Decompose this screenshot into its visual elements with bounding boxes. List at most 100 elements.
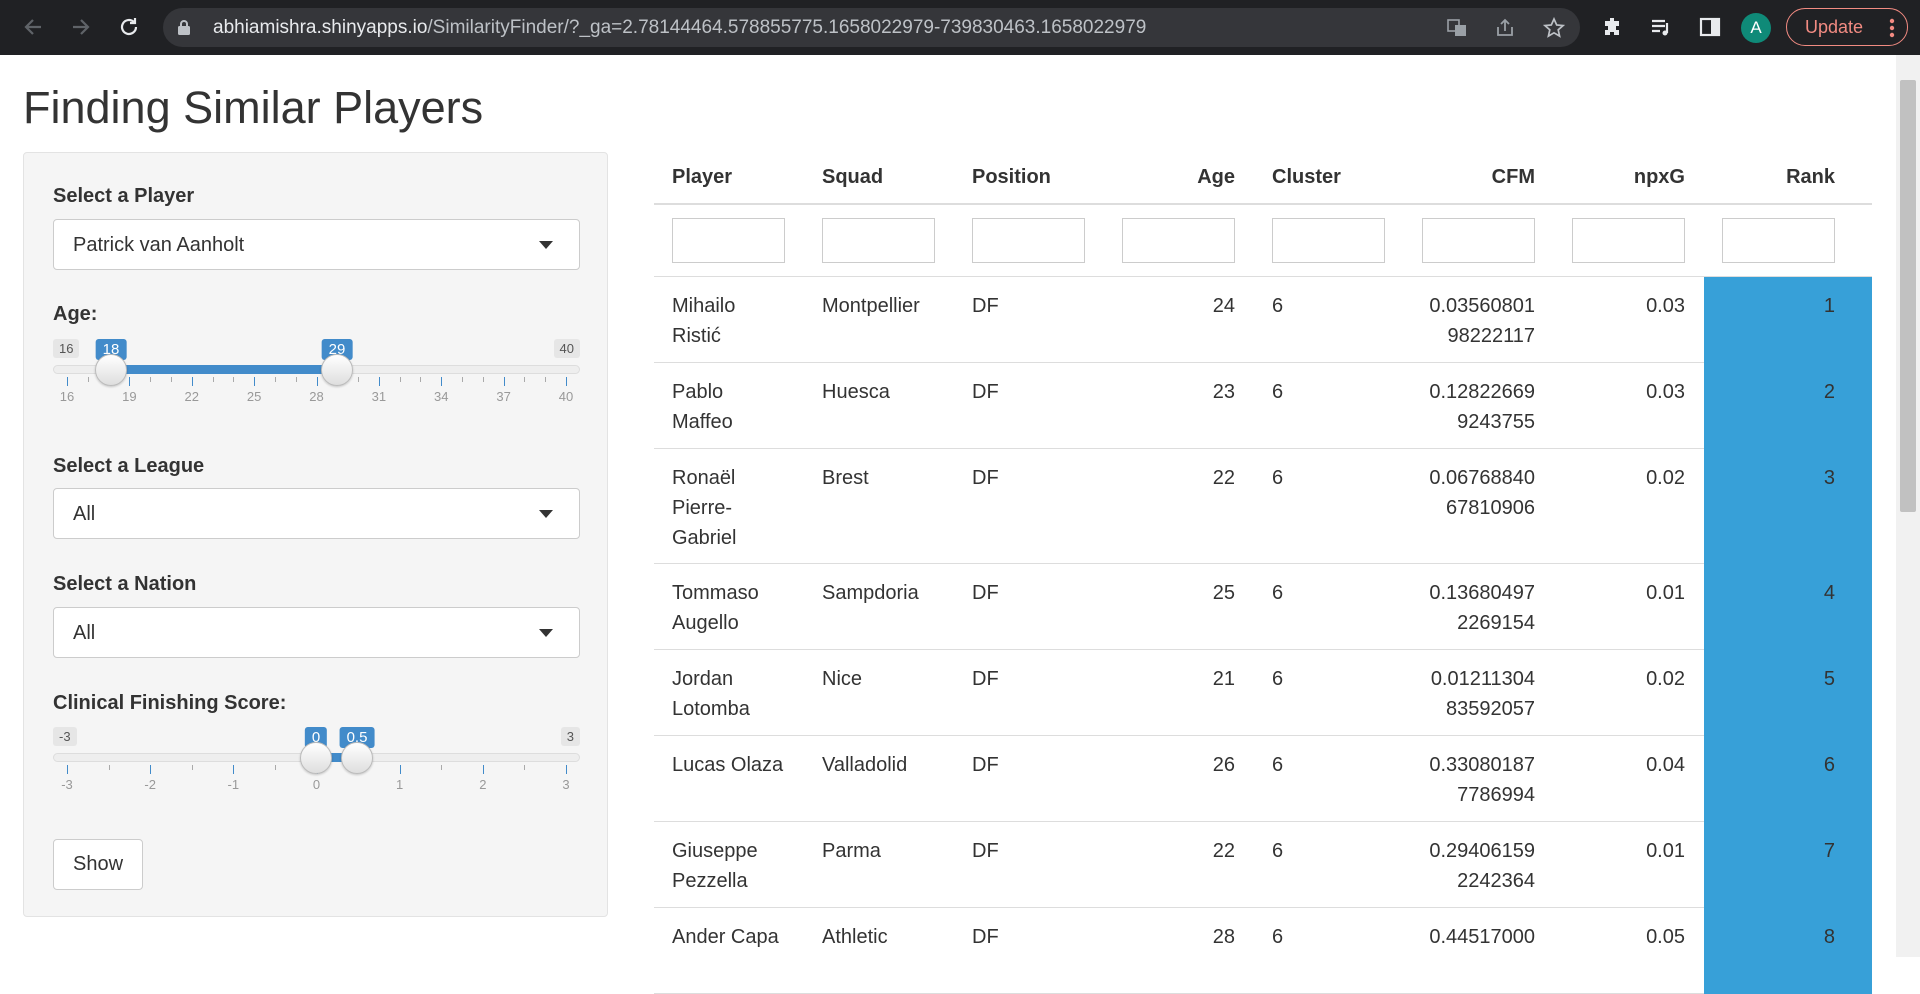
cfs-slider-min: -3 — [53, 727, 77, 746]
page-title: Finding Similar Players — [23, 82, 484, 133]
url-text[interactable]: abhiamishra.shinyapps.io/SimilarityFinde… — [213, 17, 1146, 39]
cell-player: Tommaso Augello — [672, 578, 759, 638]
cell-cluster: 6 — [1272, 840, 1284, 862]
column-header-npxg[interactable]: npxG — [1572, 166, 1685, 189]
table-row[interactable]: Giuseppe Pezzella Parma DF 22 6 0.29406159 2242… — [654, 822, 1872, 908]
update-button[interactable]: Update — [1786, 8, 1908, 46]
cell-line: 2269154 — [1457, 612, 1535, 634]
translate-icon[interactable] — [1445, 16, 1469, 40]
cell-position: DF — [972, 926, 999, 948]
cell-npxg: 0.02 — [1646, 467, 1685, 489]
cell-line: Lucas Olaza — [672, 754, 784, 776]
cell-rank: 6 — [1823, 754, 1835, 776]
cell-line: 0.33080187 — [1429, 754, 1535, 776]
side-panel-icon[interactable] — [1696, 13, 1724, 41]
table-row[interactable]: Tommaso Augello Sampdoria DF 25 6 0.13680497 22… — [654, 564, 1872, 650]
player-select[interactable]: Patrick van Aanholt — [53, 219, 580, 270]
forward-button[interactable] — [66, 12, 96, 42]
cell-line: Sampdoria — [822, 582, 919, 604]
cell-rank: 7 — [1823, 840, 1835, 862]
column-header-cluster[interactable]: Cluster — [1272, 166, 1341, 189]
share-icon[interactable] — [1493, 16, 1517, 40]
filter-input-npxg[interactable] — [1572, 218, 1685, 263]
bookmark-star-icon[interactable] — [1542, 16, 1566, 40]
slider-minor-tick — [462, 377, 464, 382]
show-button[interactable]: Show — [53, 839, 143, 890]
reload-button[interactable] — [114, 12, 144, 42]
scrollbar-thumb[interactable] — [1900, 80, 1916, 512]
table-row[interactable]: Ronaël Pierre- Gabriel Brest DF 22 6 0.06768840… — [654, 449, 1872, 564]
filter-input-cfm[interactable] — [1422, 218, 1535, 263]
filter-input-squad[interactable] — [822, 218, 935, 263]
column-header-squad[interactable]: Squad — [822, 166, 883, 189]
filter-input-position[interactable] — [972, 218, 1085, 263]
cell-cluster: 6 — [1272, 754, 1284, 776]
cell-rank: 1 — [1823, 295, 1835, 317]
filter-input-age[interactable] — [1122, 218, 1235, 263]
table-row[interactable]: Mihailo Ristić Montpellier DF 24 6 0.03560801 9… — [654, 277, 1872, 363]
cell-age: 28 — [1212, 926, 1235, 948]
cell-cluster: 6 — [1272, 381, 1284, 403]
slider-minor-tick — [441, 765, 443, 770]
league-select[interactable]: All — [53, 488, 580, 539]
header-divider — [654, 203, 1872, 205]
cfs-slider[interactable]: -3 3 0 0.5 -3 -2 -1 0 1 2 3 — [53, 727, 580, 817]
back-button[interactable] — [18, 12, 48, 42]
slider-tick-label: 31 — [371, 389, 387, 404]
age-slider-handle-from[interactable] — [95, 354, 127, 386]
slider-minor-tick — [482, 377, 484, 382]
cfs-slider-handle-to[interactable] — [341, 742, 373, 774]
column-header-cfm[interactable]: CFM — [1422, 166, 1535, 189]
media-playlist-icon[interactable] — [1647, 13, 1675, 41]
address-bar[interactable]: abhiamishra.shinyapps.io/SimilarityFinde… — [163, 8, 1580, 47]
slider-minor-tick — [358, 377, 360, 382]
chevron-down-icon — [539, 241, 553, 249]
table-row[interactable]: Pablo Maffeo Huesca DF 23 6 0.12822669 9243755 0… — [654, 363, 1872, 449]
cell-line: Ander Capa — [672, 926, 779, 948]
cell-position: DF — [972, 668, 999, 690]
age-slider[interactable]: 16 40 18 29 16 19 22 25 28 31 34 37 40 — [53, 339, 580, 429]
cell-line: 0.01211304 — [1430, 668, 1535, 690]
cell-position: DF — [972, 582, 999, 604]
chevron-down-icon — [539, 510, 553, 518]
cell-player: Pablo Maffeo — [672, 377, 733, 437]
cell-line: Parma — [822, 840, 881, 862]
slider-major-tick — [129, 377, 131, 386]
age-slider-min: 16 — [53, 339, 80, 358]
filter-input-player[interactable] — [672, 218, 785, 263]
nation-select-label: Select a Nation — [53, 573, 197, 595]
column-header-age[interactable]: Age — [1122, 166, 1235, 189]
cell-line: Athletic — [822, 926, 888, 948]
cfs-label: Clinical Finishing Score: — [53, 692, 287, 714]
filter-input-rank[interactable] — [1722, 218, 1835, 263]
column-header-player[interactable]: Player — [672, 166, 732, 189]
slider-minor-tick — [108, 765, 110, 770]
column-header-rank[interactable]: Rank — [1722, 166, 1835, 189]
cfs-slider-max: 3 — [560, 727, 580, 746]
table-row[interactable]: Lucas Olaza Valladolid DF 26 6 0.33080187 7786… — [654, 736, 1872, 822]
filter-input-cluster[interactable] — [1272, 218, 1385, 263]
cell-line: Gabriel — [672, 527, 737, 549]
extensions-icon[interactable] — [1599, 13, 1627, 41]
column-header-position[interactable]: Position — [972, 166, 1051, 189]
nation-select-value: All — [73, 622, 96, 644]
nation-select[interactable]: All — [53, 607, 580, 658]
slider-minor-tick — [524, 377, 526, 382]
player-select-value: Patrick van Aanholt — [73, 234, 245, 256]
page-scrollbar[interactable] — [1896, 55, 1920, 957]
age-slider-handle-to[interactable] — [321, 354, 353, 386]
cell-age: 23 — [1212, 381, 1235, 403]
profile-avatar[interactable]: A — [1741, 13, 1771, 43]
cfs-slider-handle-from[interactable] — [300, 742, 332, 774]
slider-minor-tick — [420, 377, 422, 382]
cell-cfm: 0.13680497 2269154 — [1422, 578, 1535, 638]
cell-age: 21 — [1212, 668, 1235, 690]
table-row[interactable]: Ander Capa Athletic DF 28 6 0.44517000 0.05 8 — [654, 908, 1872, 994]
cell-line: Augello — [672, 612, 739, 634]
table-row[interactable]: Jordan Lotomba Nice DF 21 6 0.01211304 83592057… — [654, 650, 1872, 736]
cell-line: Tommaso — [672, 582, 759, 604]
cell-position: DF — [972, 381, 999, 403]
slider-tick-label: -3 — [61, 777, 73, 792]
cell-line: Pierre- — [672, 497, 733, 519]
cell-cluster: 6 — [1272, 668, 1284, 690]
